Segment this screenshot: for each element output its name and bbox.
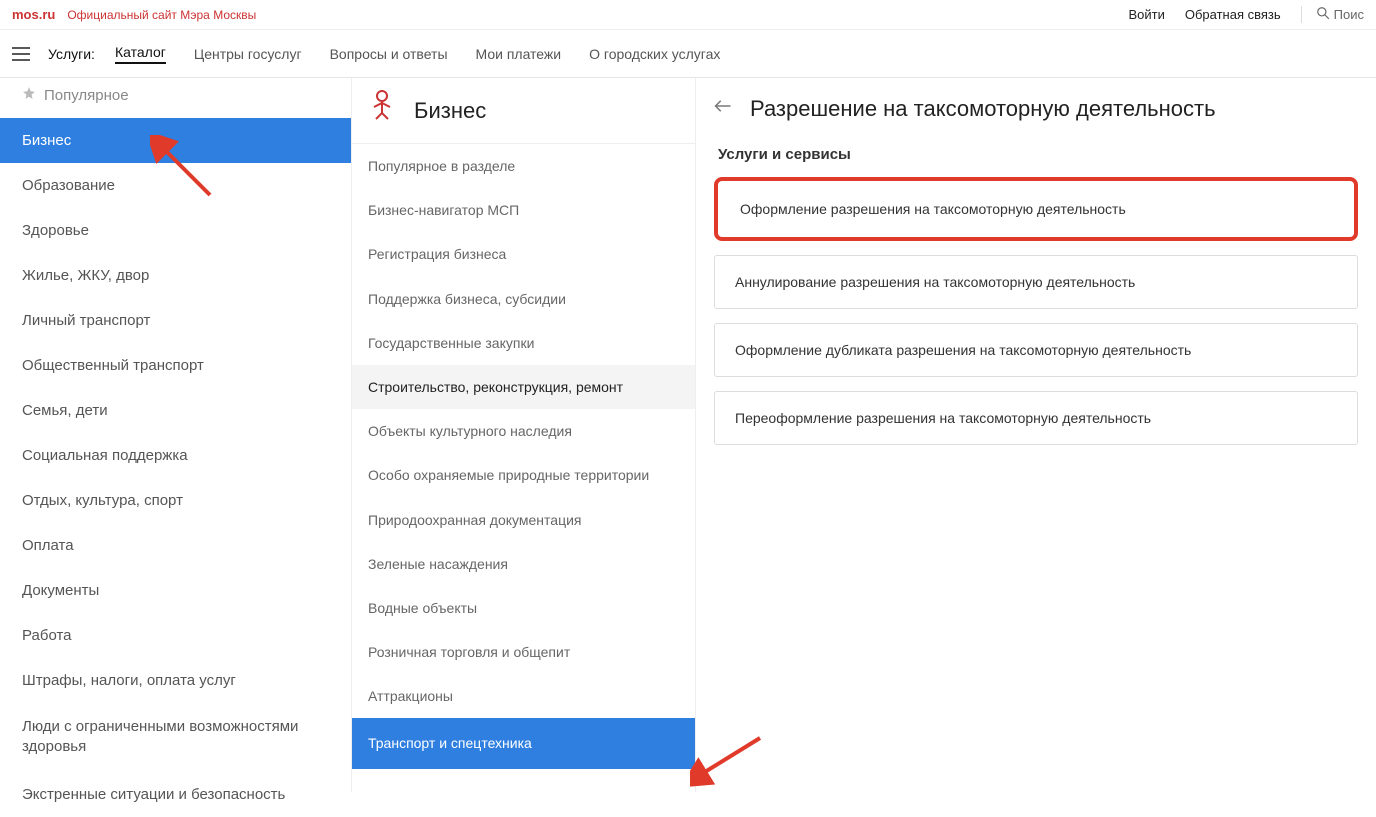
sidebar-item-business[interactable]: Бизнес <box>0 118 351 163</box>
sidebar-item-payment[interactable]: Оплата <box>0 523 351 568</box>
site-subtitle: Официальный сайт Мэра Москвы <box>67 8 256 22</box>
login-link[interactable]: Войти <box>1128 7 1164 22</box>
nav-centers[interactable]: Центры госуслуг <box>194 46 302 62</box>
business-icon <box>368 89 396 132</box>
sidebar-item-public-transport[interactable]: Общественный транспорт <box>0 343 351 388</box>
sub-protected-areas[interactable]: Особо охраняемые природные территории <box>352 453 695 497</box>
site-logo[interactable]: mos.ru <box>12 7 55 22</box>
detail-subtitle: Услуги и сервисы <box>718 146 1358 163</box>
sidebar-item-leisure[interactable]: Отдых, культура, спорт <box>0 478 351 523</box>
sidebar-item-fines[interactable]: Штрафы, налоги, оплата услуг <box>0 658 351 703</box>
sub-water[interactable]: Водные объекты <box>352 586 695 630</box>
service-card-cancel[interactable]: Аннулирование разрешения на таксомоторну… <box>714 255 1358 309</box>
nav-catalog[interactable]: Каталог <box>115 44 166 64</box>
sub-navigator[interactable]: Бизнес-навигатор МСП <box>352 188 695 232</box>
sidebar-item-education[interactable]: Образование <box>0 163 351 208</box>
search-icon <box>1316 6 1330 23</box>
nav-faq[interactable]: Вопросы и ответы <box>330 46 448 62</box>
detail-header: Разрешение на таксомоторную деятельность <box>714 78 1358 136</box>
back-button[interactable] <box>714 99 734 119</box>
subcategory-panel: Бизнес Популярное в разделе Бизнес-навиг… <box>352 78 696 792</box>
menu-icon[interactable] <box>8 41 34 67</box>
sub-support[interactable]: Поддержка бизнеса, субсидии <box>352 277 695 321</box>
sub-construction[interactable]: Строительство, реконструкция, ремонт <box>352 365 695 409</box>
sub-transport[interactable]: Транспорт и спецтехника <box>352 718 695 768</box>
sub-environment-docs[interactable]: Природоохранная документация <box>352 498 695 542</box>
sidebar-item-social[interactable]: Социальная поддержка <box>0 433 351 478</box>
sidebar-item-family[interactable]: Семья, дети <box>0 388 351 433</box>
sub-popular[interactable]: Популярное в разделе <box>352 144 695 188</box>
sub-retail[interactable]: Розничная торговля и общепит <box>352 630 695 674</box>
search-placeholder: Поис <box>1334 7 1364 22</box>
nav-about[interactable]: О городских услугах <box>589 46 720 62</box>
star-icon <box>22 86 36 104</box>
subcategory-title: Бизнес <box>414 98 486 124</box>
sub-heritage[interactable]: Объекты культурного наследия <box>352 409 695 453</box>
sidebar-item-disabled[interactable]: Люди с ограниченными возможностями здоро… <box>0 703 351 772</box>
sub-greenery[interactable]: Зеленые насаждения <box>352 542 695 586</box>
sidebar-item-emergency[interactable]: Экстренные ситуации и безопасность <box>0 772 351 817</box>
search-box[interactable]: Поис <box>1301 6 1364 23</box>
main: Популярное Бизнес Образование Здоровье Ж… <box>0 78 1376 792</box>
sidebar-item-documents[interactable]: Документы <box>0 568 351 613</box>
detail-title: Разрешение на таксомоторную деятельность <box>750 96 1216 122</box>
sidebar-item-personal-transport[interactable]: Личный транспорт <box>0 298 351 343</box>
service-card-reissue[interactable]: Переоформление разрешения на таксомоторн… <box>714 391 1358 445</box>
sidebar-popular[interactable]: Популярное <box>0 78 351 118</box>
sidebar-categories: Популярное Бизнес Образование Здоровье Ж… <box>0 78 352 792</box>
navbar: Услуги: Каталог Центры госуслуг Вопросы … <box>0 30 1376 78</box>
sub-registration[interactable]: Регистрация бизнеса <box>352 232 695 276</box>
detail-panel: Разрешение на таксомоторную деятельность… <box>696 78 1376 792</box>
sidebar-item-work[interactable]: Работа <box>0 613 351 658</box>
sub-attractions[interactable]: Аттракционы <box>352 674 695 718</box>
sidebar-item-health[interactable]: Здоровье <box>0 208 351 253</box>
nav-section-label: Услуги: <box>48 46 95 62</box>
service-card-apply[interactable]: Оформление разрешения на таксомоторную д… <box>714 177 1358 241</box>
sub-procurement[interactable]: Государственные закупки <box>352 321 695 365</box>
service-card-duplicate[interactable]: Оформление дубликата разрешения на таксо… <box>714 323 1358 377</box>
nav-payments[interactable]: Мои платежи <box>476 46 562 62</box>
feedback-link[interactable]: Обратная связь <box>1185 7 1281 22</box>
topbar: mos.ru Официальный сайт Мэра Москвы Войт… <box>0 0 1376 30</box>
sidebar-item-housing[interactable]: Жилье, ЖКУ, двор <box>0 253 351 298</box>
sidebar-popular-label: Популярное <box>44 87 129 104</box>
subcategory-header: Бизнес <box>352 78 695 144</box>
